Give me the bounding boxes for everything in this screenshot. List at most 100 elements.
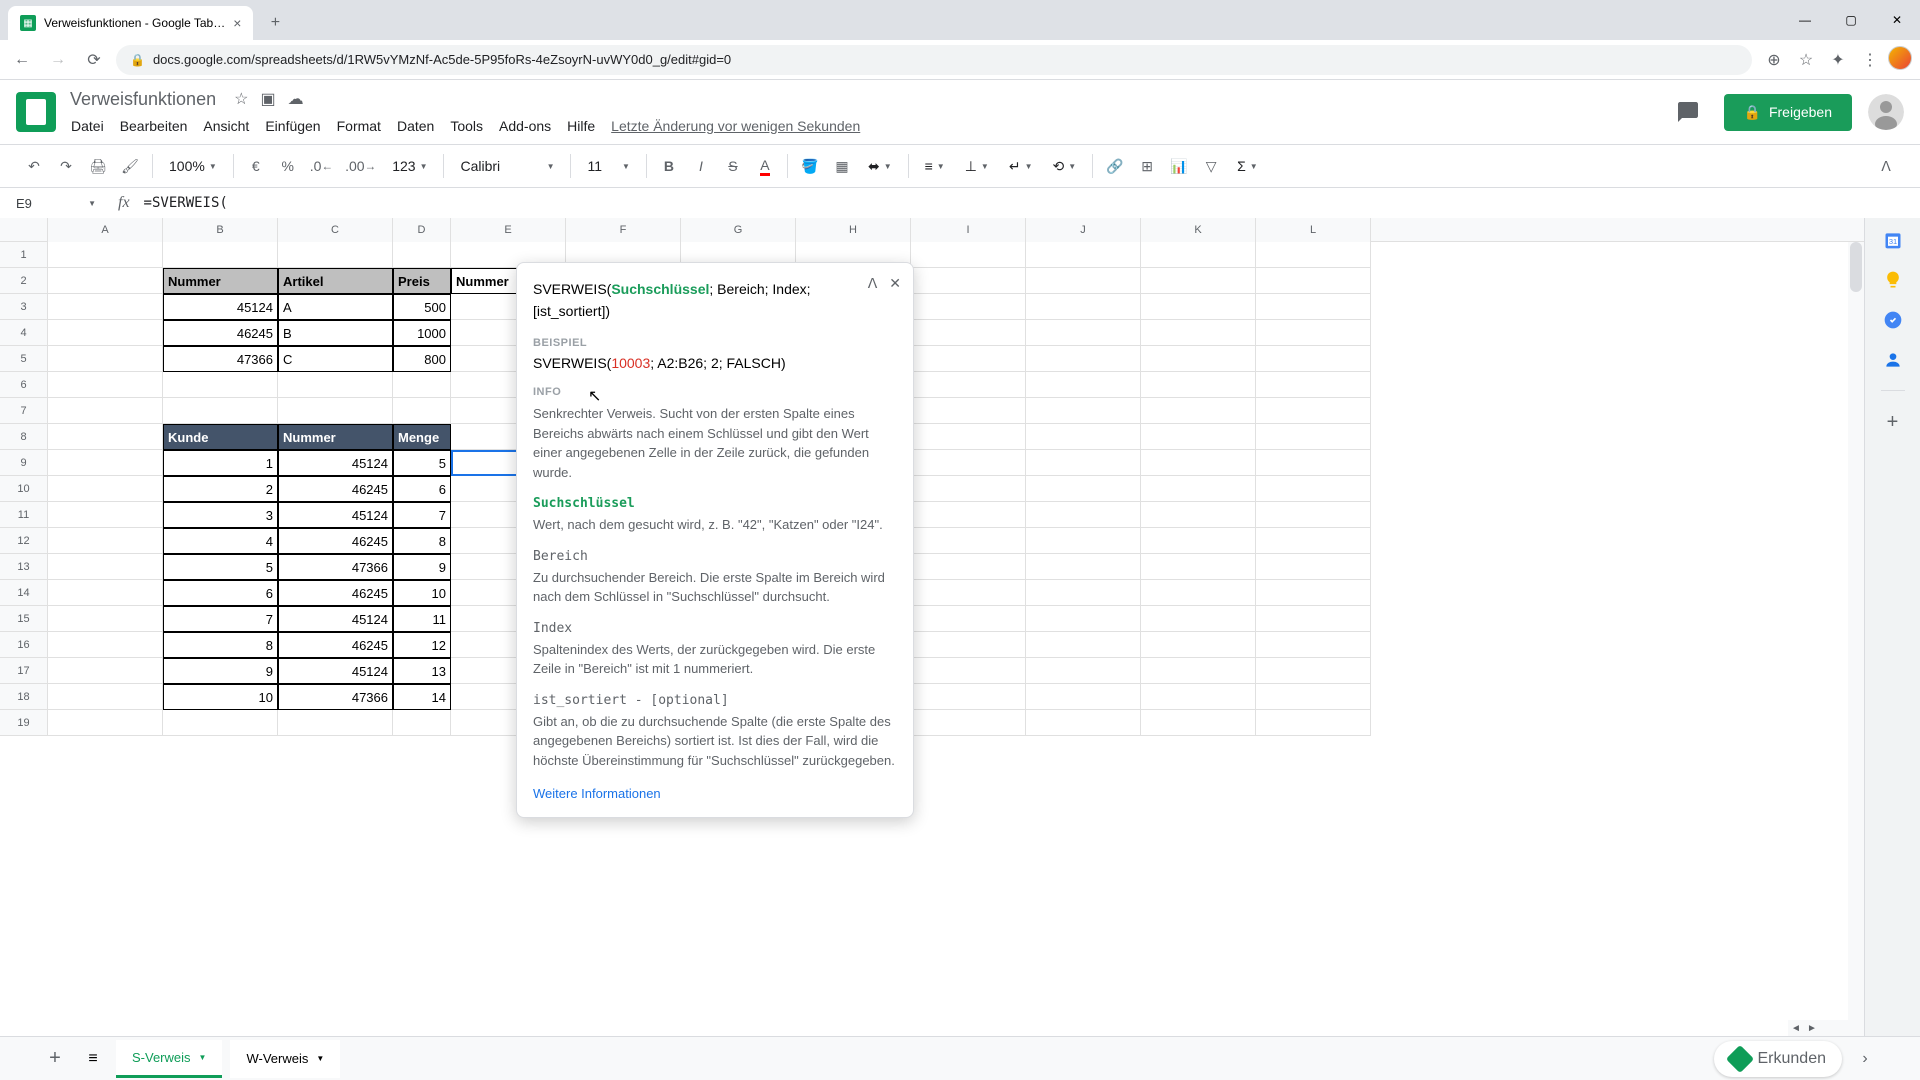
functions-button[interactable]: Σ▼ (1229, 152, 1266, 180)
menu-addons[interactable]: Add-ons (492, 114, 558, 138)
cell-C13[interactable]: 47366 (278, 554, 393, 580)
cell-J13[interactable] (1026, 554, 1141, 580)
paint-format-button[interactable]: 🖌 (116, 152, 144, 180)
scroll-right-icon[interactable]: ► (1804, 1020, 1820, 1036)
cell-I14[interactable] (911, 580, 1026, 606)
cell-K4[interactable] (1141, 320, 1256, 346)
row-header-13[interactable]: 13 (0, 554, 48, 580)
collapse-help-icon[interactable]: ᐱ (868, 275, 878, 292)
cell-J18[interactable] (1026, 684, 1141, 710)
cell-K1[interactable] (1141, 242, 1256, 268)
cell-K10[interactable] (1141, 476, 1256, 502)
cell-C1[interactable] (278, 242, 393, 268)
menu-hilfe[interactable]: Hilfe (560, 114, 602, 138)
cell-I13[interactable] (911, 554, 1026, 580)
scroll-left-icon[interactable]: ◄ (1788, 1020, 1804, 1036)
cell-B3[interactable]: 45124 (163, 294, 278, 320)
menu-tools[interactable]: Tools (443, 114, 490, 138)
cell-I18[interactable] (911, 684, 1026, 710)
comment-button[interactable]: ⊞ (1133, 152, 1161, 180)
cell-B11[interactable]: 3 (163, 502, 278, 528)
strike-button[interactable]: S (719, 152, 747, 180)
col-header-D[interactable]: D (393, 218, 451, 242)
reload-button[interactable]: ⟳ (80, 46, 108, 74)
cell-K18[interactable] (1141, 684, 1256, 710)
cell-D19[interactable] (393, 710, 451, 736)
cell-K17[interactable] (1141, 658, 1256, 684)
cell-A5[interactable] (48, 346, 163, 372)
cell-C3[interactable]: A (278, 294, 393, 320)
cell-L6[interactable] (1256, 372, 1371, 398)
row-header-11[interactable]: 11 (0, 502, 48, 528)
cell-B17[interactable]: 9 (163, 658, 278, 684)
all-sheets-button[interactable]: ≡ (78, 1044, 108, 1074)
cell-C8[interactable]: Nummer (278, 424, 393, 450)
more-info-link[interactable]: Weitere Informationen (533, 786, 897, 801)
cell-J1[interactable] (1026, 242, 1141, 268)
cell-B16[interactable]: 8 (163, 632, 278, 658)
cell-B9[interactable]: 1 (163, 450, 278, 476)
cell-K9[interactable] (1141, 450, 1256, 476)
row-header-14[interactable]: 14 (0, 580, 48, 606)
col-header-F[interactable]: F (566, 218, 681, 242)
zoom-select[interactable]: 100%▼ (161, 152, 225, 180)
cell-J14[interactable] (1026, 580, 1141, 606)
cloud-icon[interactable]: ☁ (288, 89, 304, 109)
doc-title[interactable]: Verweisfunktionen (64, 87, 222, 112)
cell-J5[interactable] (1026, 346, 1141, 372)
cell-B19[interactable] (163, 710, 278, 736)
cell-D13[interactable]: 9 (393, 554, 451, 580)
back-button[interactable]: ← (8, 46, 36, 74)
cell-A17[interactable] (48, 658, 163, 684)
cell-I1[interactable] (911, 242, 1026, 268)
cell-L11[interactable] (1256, 502, 1371, 528)
collapse-toolbar-button[interactable]: ᐱ (1872, 152, 1900, 180)
cell-C7[interactable] (278, 398, 393, 424)
row-header-12[interactable]: 12 (0, 528, 48, 554)
cell-J15[interactable] (1026, 606, 1141, 632)
cell-B2[interactable]: Nummer (163, 268, 278, 294)
extensions-icon[interactable]: ✦ (1824, 46, 1852, 74)
select-all-corner[interactable] (0, 218, 48, 242)
cell-K11[interactable] (1141, 502, 1256, 528)
cell-I15[interactable] (911, 606, 1026, 632)
cell-C17[interactable]: 45124 (278, 658, 393, 684)
cell-K2[interactable] (1141, 268, 1256, 294)
calendar-icon[interactable]: 31 (1883, 230, 1903, 250)
cell-L18[interactable] (1256, 684, 1371, 710)
dec-decimal-button[interactable]: .0← (306, 152, 337, 180)
cell-C12[interactable]: 46245 (278, 528, 393, 554)
cell-L8[interactable] (1256, 424, 1371, 450)
cell-A1[interactable] (48, 242, 163, 268)
cell-K3[interactable] (1141, 294, 1256, 320)
cell-I6[interactable] (911, 372, 1026, 398)
cell-I3[interactable] (911, 294, 1026, 320)
italic-button[interactable]: I (687, 152, 715, 180)
cell-I16[interactable] (911, 632, 1026, 658)
bookmark-icon[interactable]: ☆ (1792, 46, 1820, 74)
star-icon[interactable]: ☆ (234, 89, 248, 109)
cell-D16[interactable]: 12 (393, 632, 451, 658)
comments-button[interactable] (1668, 92, 1708, 132)
chart-button[interactable]: 📊 (1165, 152, 1193, 180)
inc-decimal-button[interactable]: .00→ (341, 152, 380, 180)
close-tab-icon[interactable]: × (233, 15, 241, 31)
cell-L3[interactable] (1256, 294, 1371, 320)
cell-B10[interactable]: 2 (163, 476, 278, 502)
cell-L9[interactable] (1256, 450, 1371, 476)
cell-C6[interactable] (278, 372, 393, 398)
col-header-K[interactable]: K (1141, 218, 1256, 242)
cell-A14[interactable] (48, 580, 163, 606)
row-header-15[interactable]: 15 (0, 606, 48, 632)
cell-D17[interactable]: 13 (393, 658, 451, 684)
numfmt-select[interactable]: 123▼ (384, 152, 435, 180)
cell-I2[interactable] (911, 268, 1026, 294)
cell-L1[interactable] (1256, 242, 1371, 268)
row-header-19[interactable]: 19 (0, 710, 48, 736)
cell-I5[interactable] (911, 346, 1026, 372)
cell-J8[interactable] (1026, 424, 1141, 450)
cell-J2[interactable] (1026, 268, 1141, 294)
sheets-logo[interactable] (16, 92, 56, 132)
cell-D5[interactable]: 800 (393, 346, 451, 372)
cell-D12[interactable]: 8 (393, 528, 451, 554)
